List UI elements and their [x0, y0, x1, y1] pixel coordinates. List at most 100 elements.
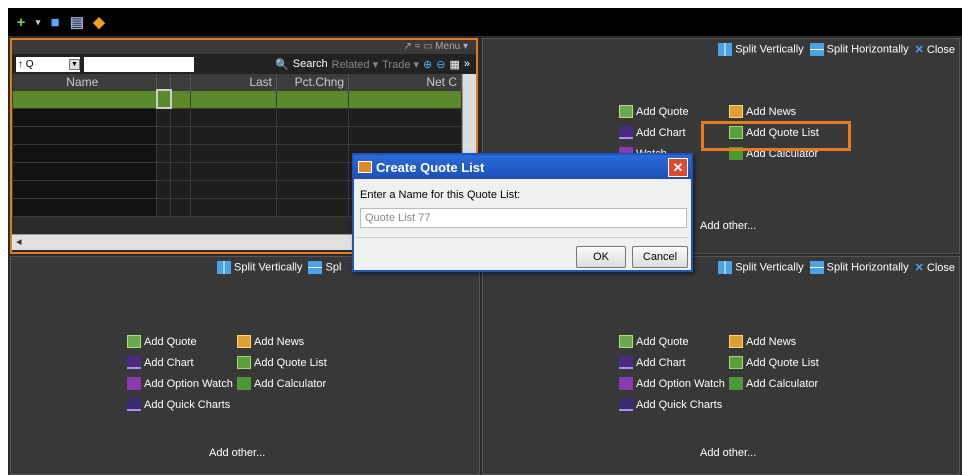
add-news-label: Add News — [746, 105, 797, 118]
cell — [170, 89, 191, 109]
trade-menu[interactable]: Trade ▾ — [382, 58, 419, 71]
close-icon[interactable]: ✕ — [668, 157, 688, 177]
add-quote-list-button[interactable]: Add Quote List — [237, 356, 347, 369]
close-button[interactable]: ✕ Close — [915, 43, 955, 56]
related-menu[interactable]: Related ▾ — [332, 58, 379, 71]
workspace-icon[interactable]: ◆ — [90, 13, 108, 31]
split-toolbar: Split Vertically Split Horizontally ✕ Cl… — [718, 261, 955, 274]
split-horizontally-label: Split Horizontally — [826, 43, 909, 56]
cell — [276, 179, 349, 199]
table-row[interactable] — [12, 89, 462, 109]
ok-button[interactable]: OK — [576, 246, 626, 268]
split-toolbar: Split Vertically Spl — [217, 261, 341, 274]
add-option-watch-button[interactable]: Add Option Watch — [619, 377, 729, 390]
columns-icon[interactable]: ▦ — [449, 58, 459, 71]
add-chart-label: Add Chart — [144, 356, 194, 369]
add-chart-button[interactable]: Add Chart — [127, 356, 237, 369]
cell — [170, 197, 191, 217]
quote-icon — [619, 105, 633, 118]
add-chart-button[interactable]: Add Chart — [619, 356, 729, 369]
add-quote-label: Add Quote — [636, 335, 689, 348]
column-header[interactable]: Net C — [348, 74, 462, 90]
split-vertically-button[interactable]: Split Vertically — [718, 43, 804, 56]
name-cell[interactable] — [155, 89, 172, 109]
scroll-left-icon[interactable]: ◂ — [12, 236, 22, 248]
calculator-icon — [729, 377, 743, 390]
split-vertically-button[interactable]: Split Vertically — [217, 261, 302, 274]
split-vertically-button[interactable]: Split Vertically — [718, 261, 804, 274]
add-quote-button[interactable]: Add Quote — [619, 105, 729, 118]
column-header[interactable]: Name — [12, 74, 157, 90]
quick-charts-icon — [127, 398, 141, 411]
split-horizontally-button[interactable]: Split Horizontally — [809, 43, 909, 56]
create-quote-list-dialog: Create Quote List ✕ Enter a Name for thi… — [352, 153, 693, 272]
row-header — [12, 107, 157, 127]
cell — [276, 143, 349, 163]
split-vertically-label: Split Vertically — [234, 261, 303, 274]
add-news-button[interactable]: Add News — [729, 105, 839, 118]
quote-list-name-input[interactable]: Quote List 77 — [360, 208, 687, 228]
add-quote-button[interactable]: Add Quote — [619, 335, 729, 348]
add-other-link[interactable]: Add other... — [209, 447, 265, 459]
split-vertically-label: Split Vertically — [735, 261, 804, 274]
chevron-down-icon[interactable]: ▼ — [69, 58, 80, 70]
add-quick-charts-button[interactable]: Add Quick Charts — [127, 398, 237, 411]
zoom-out-icon[interactable]: ⊖ — [436, 58, 445, 71]
quick-charts-icon — [619, 398, 633, 411]
expand-icon[interactable]: » — [464, 58, 476, 70]
column-header[interactable]: Pct.Chng — [276, 74, 349, 90]
add-chart-label: Add Chart — [636, 356, 686, 369]
empty-panel-bottom-left: Split Vertically Spl Add Quote Add News … — [10, 256, 480, 475]
column-header[interactable] — [156, 74, 171, 90]
close-label: Close — [926, 262, 955, 274]
highlight-box — [701, 121, 851, 151]
add-quote-button[interactable]: Add Quote — [127, 335, 237, 348]
print-icon[interactable]: ▤ — [68, 13, 86, 31]
search-button[interactable]: Search — [293, 58, 328, 70]
cell — [190, 107, 277, 127]
add-news-button[interactable]: Add News — [237, 335, 347, 348]
add-option-watch-label: Add Option Watch — [144, 377, 233, 390]
table-row[interactable] — [12, 107, 462, 127]
add-other-link[interactable]: Add other... — [700, 220, 756, 232]
symbol-input[interactable] — [84, 56, 194, 72]
add-news-label: Add News — [746, 335, 797, 348]
add-option-watch-label: Add Option Watch — [636, 377, 725, 390]
add-quote-list-label: Add Quote List — [746, 356, 819, 369]
panel-menu[interactable]: ↗ ≈ ▭ Menu ▾ — [12, 40, 476, 54]
cancel-button[interactable]: Cancel — [632, 246, 688, 268]
symbol-type-select[interactable]: ↑ Q ▼ — [16, 56, 80, 72]
add-news-button[interactable]: Add News — [729, 335, 839, 348]
main-toolbar: + ▾ ■ ▤ ◆ — [8, 8, 962, 36]
quote-icon — [127, 335, 141, 348]
table-row[interactable] — [12, 125, 462, 145]
chart-icon — [619, 126, 633, 139]
split-horizontal-icon — [308, 261, 323, 274]
zoom-in-icon[interactable]: ⊕ — [423, 58, 432, 71]
split-horizontally-button[interactable]: Split Horizontally — [809, 261, 909, 274]
add-other-link[interactable]: Add other... — [700, 447, 756, 459]
split-horizontal-icon — [809, 43, 824, 56]
split-horizontally-button[interactable]: Spl — [308, 261, 341, 274]
dropdown-icon[interactable]: ▾ — [34, 13, 42, 31]
cell — [170, 125, 191, 145]
column-header[interactable] — [170, 74, 191, 90]
split-horizontally-label: Spl — [325, 261, 342, 274]
close-button[interactable]: ✕ Close — [915, 261, 955, 274]
add-quote-label: Add Quote — [636, 105, 689, 118]
add-quote-list-button[interactable]: Add Quote List — [729, 356, 839, 369]
chart-icon — [619, 356, 633, 369]
cell — [190, 143, 277, 163]
symbol-prefix: ↑ Q — [18, 58, 34, 70]
dialog-titlebar[interactable]: Create Quote List ✕ — [354, 155, 691, 179]
add-icon[interactable]: + — [12, 13, 30, 31]
save-icon[interactable]: ■ — [46, 13, 64, 31]
add-option-watch-button[interactable]: Add Option Watch — [127, 377, 237, 390]
search-icon[interactable]: 🔍 — [275, 58, 289, 71]
add-calculator-button[interactable]: Add Calculator — [729, 377, 839, 390]
add-quick-charts-label: Add Quick Charts — [636, 398, 723, 411]
add-calculator-button[interactable]: Add Calculator — [237, 377, 347, 390]
column-header[interactable]: Last — [190, 74, 277, 90]
cell — [170, 107, 191, 127]
add-quick-charts-button[interactable]: Add Quick Charts — [619, 398, 729, 411]
